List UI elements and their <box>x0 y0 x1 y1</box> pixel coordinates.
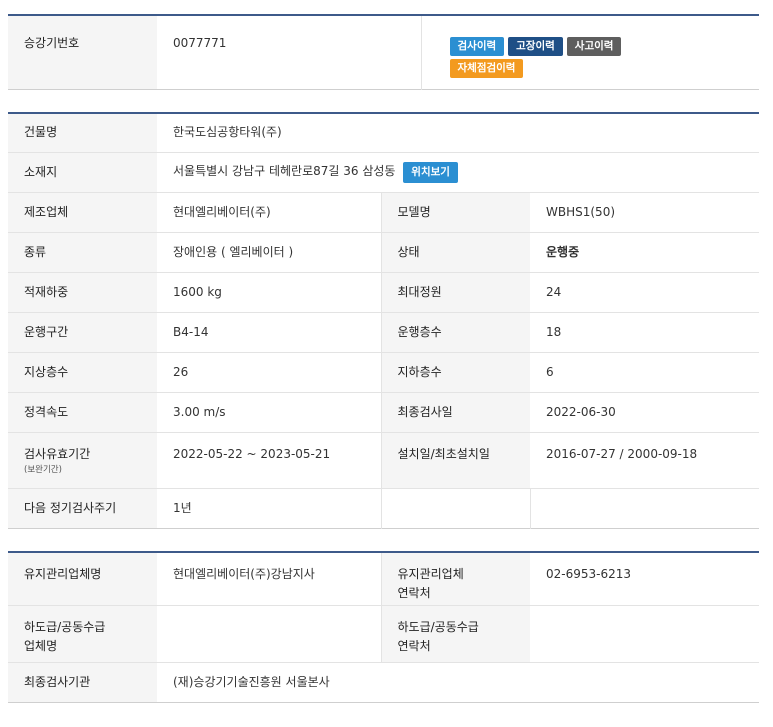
row-above-ground: 지상층수 26 지하층수 6 <box>8 352 759 393</box>
row-section: 운행구간 B4-14 운행층수 18 <box>8 312 759 353</box>
floors-label: 운행층수 <box>381 312 530 353</box>
inspection-history-button[interactable]: 검사이력 <box>449 37 505 56</box>
speed-label: 정격속도 <box>8 392 157 433</box>
install-date-value: 2016-07-27 / 2000-09-18 <box>530 432 759 489</box>
empty-cell <box>530 489 759 529</box>
maintenance-contact-label-line1: 유지관리업체 <box>397 567 464 581</box>
subcontractor-contact-value <box>530 605 759 663</box>
row-speed: 정격속도 3.00 m/s 최종검사일 2022-06-30 <box>8 392 759 433</box>
self-inspection-history-button[interactable]: 자체점검이력 <box>449 59 524 78</box>
building-details-section: 건물명 한국도심공항타워(주) 소재지 서울특별시 강남구 테헤란로87길 36… <box>8 111 759 529</box>
elevator-number-section: 승강기번호 0077771 검사이력 고장이력 사고이력 자체점검이력 <box>8 14 759 90</box>
status-label: 상태 <box>381 232 530 273</box>
maintenance-company-label: 유지관리업체명 <box>8 552 157 606</box>
row-manufacturer: 제조업체 현대엘리베이터(주) 모델명 WBHS1(50) <box>8 192 759 233</box>
row-building-name: 건물명 한국도심공항타워(주) <box>8 112 759 153</box>
model-label: 모델명 <box>381 192 530 233</box>
subcontractor-contact-label-line1: 하도급/공동수급 <box>397 619 479 634</box>
failure-history-button[interactable]: 고장이력 <box>508 37 563 56</box>
row-address: 소재지 서울특별시 강남구 테헤란로87길 36 삼성동 위치보기 <box>8 152 759 193</box>
location-view-button[interactable]: 위치보기 <box>403 162 458 183</box>
row-maintenance-company: 유지관리업체명 현대엘리베이터(주)강남지사 유지관리업체 연락처 02-695… <box>8 552 759 606</box>
subcontractor-label-line2: 업체명 <box>24 638 58 653</box>
maintenance-contact-value: 02-6953-6213 <box>530 552 759 606</box>
maintenance-company-value: 현대엘리베이터(주)강남지사 <box>157 552 382 606</box>
subcontractor-contact-label: 하도급/공동수급 연락처 <box>381 605 530 663</box>
row-type: 종류 장애인용 ( 엘리베이터 ) 상태 운행중 <box>8 232 759 273</box>
subcontractor-label: 하도급/공동수급 업체명 <box>8 605 157 663</box>
load-value: 1600 kg <box>157 272 382 313</box>
subcontractor-label-line1: 하도급/공동수급 <box>24 619 106 634</box>
empty-cell <box>380 488 531 529</box>
row-load: 적재하중 1600 kg 최대정원 24 <box>8 272 759 313</box>
validity-label-cell: 검사유효기간 (보완기간) <box>8 432 157 489</box>
validity-label: 검사유효기간 <box>24 447 91 461</box>
elevator-detail: 승강기번호 0077771 검사이력 고장이력 사고이력 자체점검이력 건물명 한국… <box>8 14 759 703</box>
section-label: 운행구간 <box>8 312 157 353</box>
validity-value: 2022-05-22 ~ 2023-05-21 <box>157 432 382 489</box>
maintenance-section: 유지관리업체명 현대엘리베이터(주)강남지사 유지관리업체 연락처 02-695… <box>8 551 759 703</box>
inspection-cycle-label: 다음 정기검사주기 <box>8 488 157 529</box>
inspection-agency-value: (재)승강기기술진흥원 서울본사 <box>173 674 330 689</box>
history-buttons: 검사이력 고장이력 사고이력 자체점검이력 <box>421 15 759 89</box>
address-label: 소재지 <box>8 152 157 193</box>
elevator-number-value: 0077771 <box>157 15 422 89</box>
status-value: 운행중 <box>530 232 759 273</box>
below-ground-value: 6 <box>530 352 759 393</box>
speed-value: 3.00 m/s <box>157 392 382 433</box>
inspection-agency-label: 최종검사기관 <box>8 662 157 702</box>
maintenance-contact-label: 유지관리업체 연락처 <box>381 552 530 606</box>
type-value: 장애인용 ( 엘리베이터 ) <box>157 232 382 273</box>
above-ground-label: 지상층수 <box>8 352 157 393</box>
subcontractor-value <box>157 605 382 663</box>
elevator-number-label: 승강기번호 <box>8 15 157 89</box>
validity-sub-label: (보완기간) <box>24 465 62 475</box>
row-validity: 검사유효기간 (보완기간) 2022-05-22 ~ 2023-05-21 설치… <box>8 432 759 489</box>
capacity-label: 최대정원 <box>381 272 530 313</box>
manufacturer-value: 현대엘리베이터(주) <box>157 192 382 233</box>
subcontractor-contact-label-line2: 연락처 <box>397 638 431 653</box>
row-inspection-cycle: 다음 정기검사주기 1년 <box>8 488 759 529</box>
row-subcontractor: 하도급/공동수급 업체명 하도급/공동수급 연락처 <box>8 605 759 663</box>
address-cell: 서울특별시 강남구 테헤란로87길 36 삼성동 위치보기 <box>157 152 759 193</box>
building-name-label: 건물명 <box>8 112 157 153</box>
above-ground-value: 26 <box>157 352 382 393</box>
manufacturer-label: 제조업체 <box>8 192 157 233</box>
accident-history-button[interactable]: 사고이력 <box>566 37 622 56</box>
building-name-value: 한국도심공항타워(주) <box>157 112 759 153</box>
model-value: WBHS1(50) <box>530 192 759 233</box>
row-inspection-agency: 최종검사기관 (재)승강기기술진흥원 서울본사 <box>8 662 759 702</box>
install-date-label: 설치일/최초설치일 <box>381 432 530 489</box>
below-ground-label: 지하층수 <box>381 352 530 393</box>
maintenance-contact-label-line2: 연락처 <box>397 586 431 600</box>
capacity-value: 24 <box>530 272 759 313</box>
load-label: 적재하중 <box>8 272 157 313</box>
type-label: 종류 <box>8 232 157 273</box>
inspection-cycle-value: 1년 <box>157 488 382 529</box>
last-inspection-value: 2022-06-30 <box>530 392 759 433</box>
section-value: B4-14 <box>157 312 382 353</box>
address-value: 서울특별시 강남구 테헤란로87길 36 삼성동 <box>173 164 396 178</box>
last-inspection-label: 최종검사일 <box>381 392 530 433</box>
floors-value: 18 <box>530 312 759 353</box>
